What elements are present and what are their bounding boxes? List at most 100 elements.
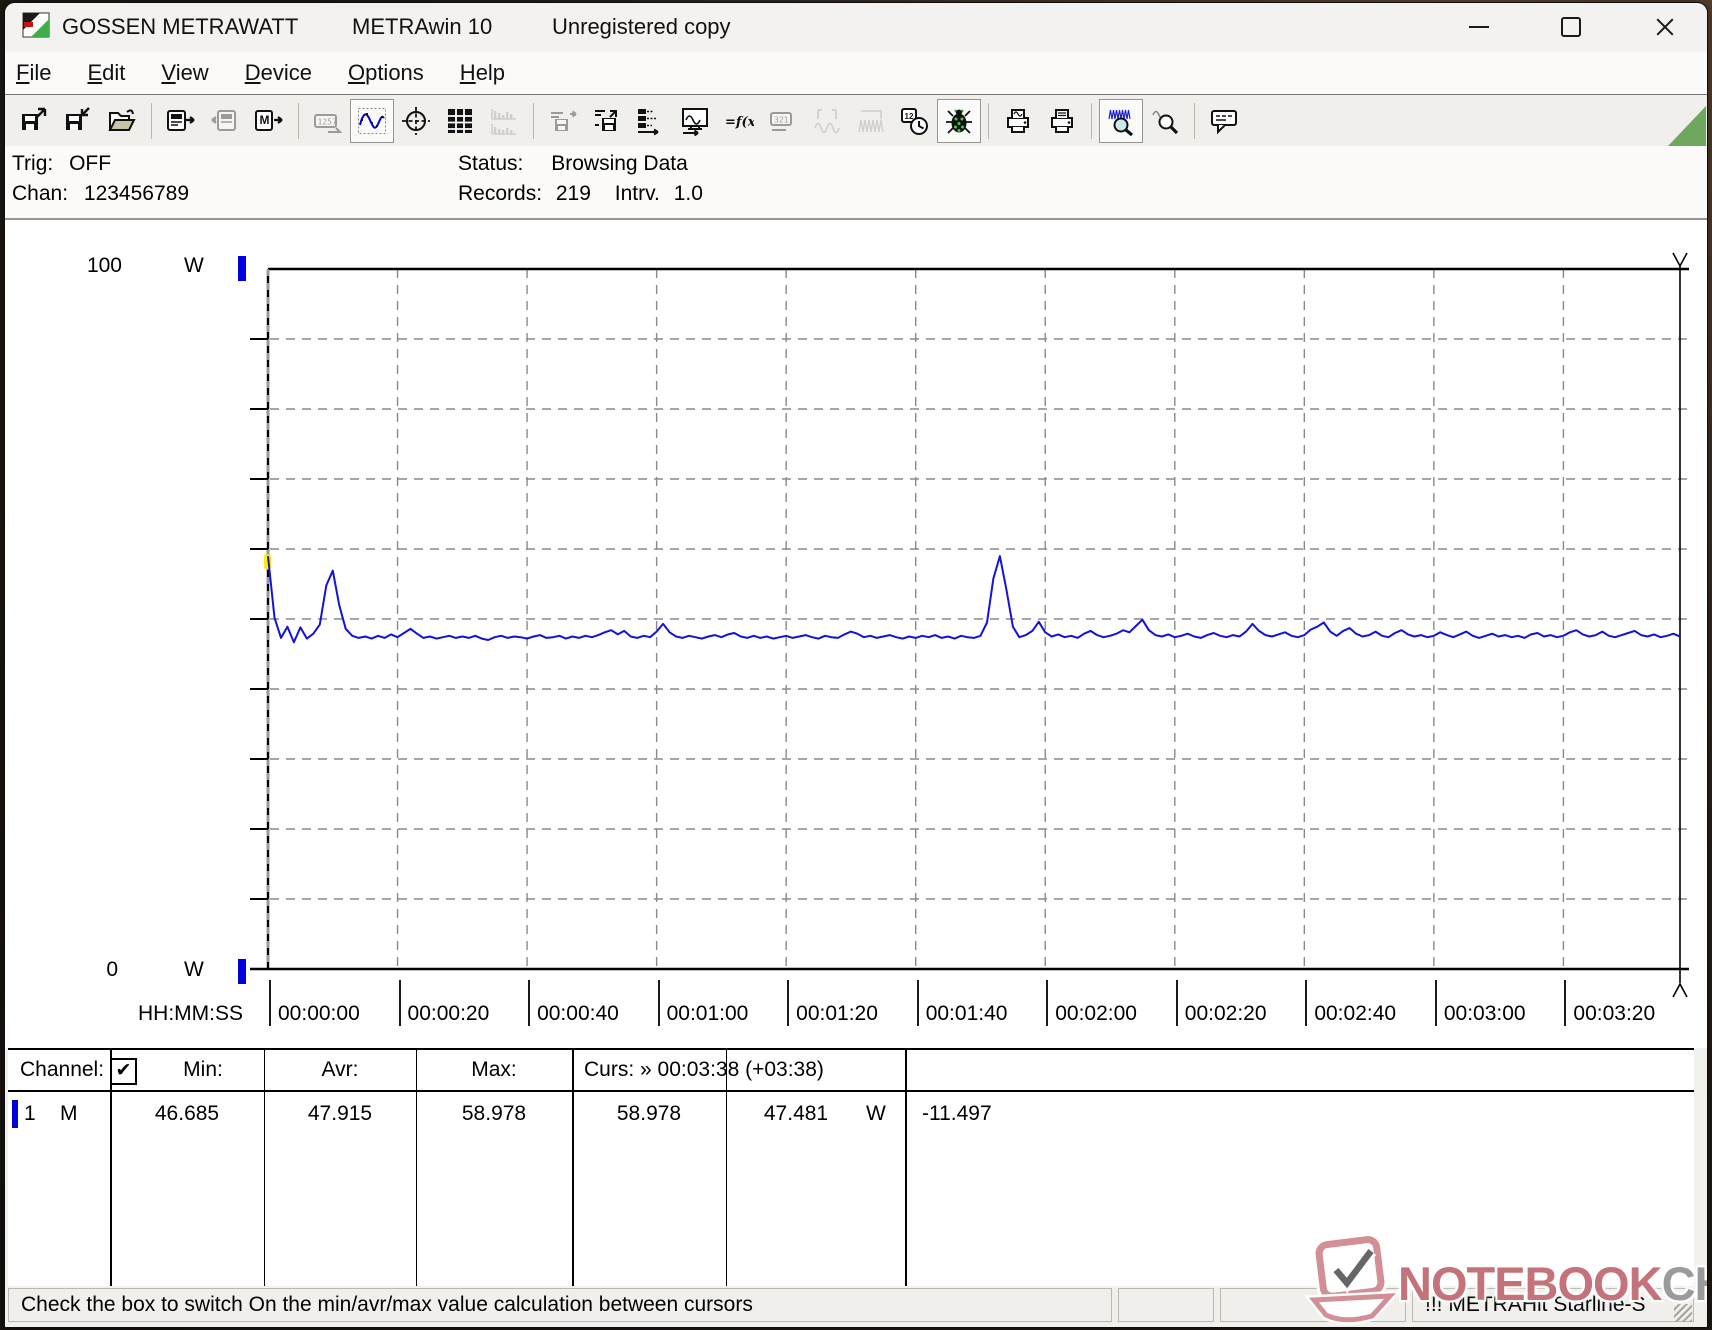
save-as-button[interactable] [12, 99, 56, 143]
numeric-view-button: 1257 [306, 99, 350, 143]
records-label: Records: [458, 182, 543, 205]
time-tick-label: 00:01:00 [666, 1002, 749, 1025]
menu-device[interactable]: Device [245, 60, 312, 86]
time-tick [787, 980, 790, 1026]
live-monitor-button[interactable] [673, 99, 717, 143]
zoom-reset-button[interactable] [1143, 99, 1187, 143]
title-bar: GOSSEN METRAWATT METRAwin 10 Unregistere… [5, 3, 1707, 52]
time-tick [1564, 980, 1567, 1026]
wave-envelope-icon [858, 109, 884, 132]
save-button[interactable] [56, 99, 100, 143]
chart-view-button[interactable] [350, 98, 394, 143]
hint-button[interactable] [1202, 99, 1246, 143]
svg-text:321: 321 [774, 115, 789, 124]
lcd-digits-icon: 1257 [314, 113, 343, 133]
printer-wave-icon [1007, 108, 1029, 133]
toolbar-separator [533, 102, 534, 139]
y-axis-bottom-marker [238, 959, 246, 984]
power-time-chart[interactable] [5, 220, 1707, 1050]
channel-stats-table: Channel: ✔ Min: Avr: Max: Curs: » 00:03:… [8, 1048, 1694, 1286]
histogram-icon [491, 108, 516, 135]
zoom-glass-icon [1152, 110, 1179, 134]
debug-button[interactable] [937, 98, 981, 143]
time-tick [657, 980, 660, 1026]
min-value: 46.685 [154, 1102, 220, 1125]
toolbar: M 1257 =f(x) 321 12 [5, 94, 1707, 146]
menu-edit[interactable]: Edit [87, 60, 125, 86]
svg-text:12: 12 [905, 112, 914, 121]
menu-view[interactable]: View [161, 60, 208, 86]
maximize-button[interactable] [1542, 8, 1600, 46]
toolbar-separator [1194, 102, 1195, 139]
table-header-row: Channel: ✔ Min: Avr: Max: Curs: » 00:03:… [8, 1050, 1694, 1092]
time-tick-label: 00:02:20 [1184, 1002, 1267, 1025]
export-data-button [541, 99, 585, 143]
time-tick-label: 00:02:40 [1314, 1002, 1397, 1025]
zoom-wave-icon [1108, 109, 1134, 136]
menu-help[interactable]: Help [460, 60, 505, 86]
print-preview-button[interactable] [996, 99, 1040, 143]
wave-chart-icon [358, 107, 386, 134]
min-avr-max-between-cursors-checkbox[interactable]: ✔ [110, 1058, 137, 1085]
menu-options[interactable]: Options [348, 60, 424, 86]
store-data-button[interactable] [585, 99, 629, 143]
records-value: 219 [555, 182, 591, 205]
speech-note-icon [1211, 109, 1237, 134]
max-column-header: Max: [471, 1058, 517, 1081]
time-tick-label: 00:01:40 [925, 1002, 1008, 1025]
disk-export-icon [551, 110, 577, 131]
channels-value: 123456789 [83, 182, 190, 205]
min-column-header: Min: [183, 1058, 223, 1081]
channel-number: 1 [24, 1102, 36, 1125]
floppy-out-icon [22, 107, 47, 130]
time-tick [916, 980, 919, 1026]
statusbar-hint: Check the box to switch On the min/avr/m… [8, 1288, 1112, 1322]
open-button[interactable] [100, 99, 144, 143]
menu-file[interactable]: File [16, 60, 51, 86]
toolbar-corner-grip [1668, 106, 1706, 146]
app-icon [22, 12, 50, 38]
cursor-view-button[interactable] [394, 99, 438, 143]
time-tick [1434, 980, 1437, 1026]
time-tick-label: 00:03:20 [1573, 1002, 1656, 1025]
time-tick [398, 980, 401, 1026]
time-tick-label: 00:01:20 [796, 1002, 878, 1025]
read-device-button[interactable] [159, 99, 203, 143]
y-axis-top-marker [238, 256, 246, 281]
statusbar-segment-empty-1 [1118, 1288, 1214, 1322]
table-view-button[interactable] [438, 99, 482, 143]
time-tick [1046, 980, 1049, 1026]
cursor1-value: 58.978 [616, 1102, 682, 1125]
license-status: Unregistered copy [552, 14, 731, 39]
toolbar-separator [298, 102, 299, 139]
meter-send-icon [211, 109, 236, 131]
cursor2-value: 47.481 [763, 1102, 829, 1125]
wave-envelope-button [849, 99, 893, 143]
channel-setup-button[interactable] [629, 99, 673, 143]
channel-color-marker [12, 1100, 18, 1128]
lcd-digits2-icon: 321 [770, 111, 792, 131]
close-button[interactable] [1636, 8, 1694, 46]
interval-value: 1.0 [673, 182, 703, 205]
wave-cursors-icon [814, 108, 840, 133]
trigger-value: OFF [69, 152, 112, 175]
statusbar-device: !!! METRAHit Starline-S [1412, 1288, 1694, 1322]
chart-panel: 100 W 0 W HH:MM:SS 00:00:00 00:00:20 00:00… [5, 218, 1707, 1048]
time-tick-label: 00:00:40 [537, 1002, 619, 1025]
toolbar-separator [151, 102, 152, 139]
print-button[interactable] [1040, 99, 1084, 143]
numeric-small-button: 321 [761, 99, 805, 143]
statusbar-segment-empty-2 [1220, 1288, 1406, 1322]
bug-icon [946, 108, 972, 134]
resize-grip[interactable] [1674, 1304, 1692, 1322]
minimize-button[interactable] [1450, 8, 1508, 46]
maximize-icon [1561, 17, 1581, 37]
interval-label: Intrv. [614, 182, 660, 205]
time-log-button[interactable]: 12 [893, 99, 937, 143]
formula-button[interactable]: =f(x) [717, 99, 761, 143]
zoom-signal-button[interactable] [1099, 98, 1143, 143]
monitor-wave-icon [682, 107, 708, 136]
time-tick [1175, 980, 1178, 1026]
read-memory-button[interactable]: M [247, 99, 291, 143]
power-trace [267, 555, 1681, 644]
